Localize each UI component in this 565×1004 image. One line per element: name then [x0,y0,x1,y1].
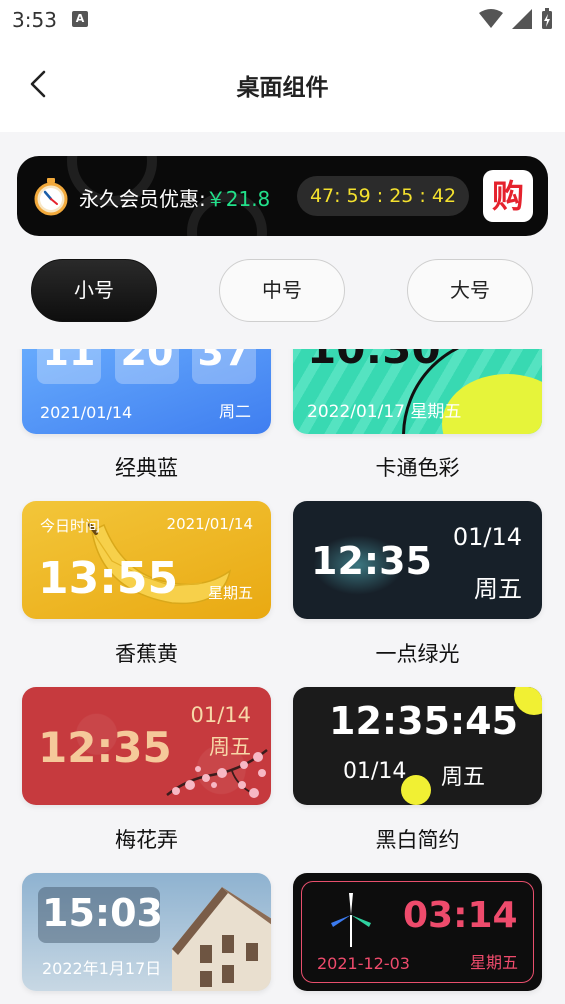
widget-date: 2021/01/14 [166,515,253,533]
windmill-icon [331,893,371,947]
widget-grid: 11 20 37 2021/01/14 周二 经典蓝 10:30 2022/01… [0,349,565,1004]
widget-date: 01/14 [190,703,251,727]
widget-card-black-white[interactable]: 12:35:45 01/14 周五 [293,687,542,805]
stopwatch-icon [34,178,68,216]
widget-time: 03:14 [403,895,518,936]
tab-small[interactable]: 小号 [31,259,157,322]
notification-a-icon: A [72,11,88,27]
countdown-timer: 47: 59 : 25 : 42 [297,176,469,216]
widget-card-plum[interactable]: 01/14 12:35 周五 [22,687,271,805]
widget-label: 黑白简约 [375,828,460,852]
tab-medium[interactable]: 中号 [219,259,345,322]
widget-date: 2022年1月17日 [42,959,162,978]
widget-week: 周五 [209,735,251,759]
widget-card-cartoon[interactable]: 10:30 2022/01/17 星期五 [293,349,542,434]
second-digit: 37 [192,349,256,384]
widget-time: 15:03 [42,891,163,935]
widget-date: 01/14 [343,759,407,784]
widget-week: 周二 [218,402,251,421]
widget-card-classic-blue[interactable]: 11 20 37 2021/01/14 周二 [22,349,271,434]
widget-time: 12:35 [38,723,172,772]
widget-date: 01/14 [452,523,522,551]
signal-icon [511,9,532,29]
widget-caption: 今日时间 [40,517,101,535]
tab-large[interactable]: 大号 [407,259,533,322]
widget-card-windmill[interactable]: 03:14 2021-12-03 星期五 [293,873,542,991]
widget-time: 13:55 [38,553,179,604]
widget-week: 星期五 [469,953,518,972]
widget-label: 经典蓝 [115,456,178,480]
buy-button[interactable]: 购 [483,170,533,222]
promo-label: 永久会员优惠: [79,187,206,211]
hour-digit: 11 [37,349,101,384]
widget-card-house[interactable]: 15:03 2022年1月17日 [22,873,271,991]
widget-week: 星期五 [207,584,253,602]
widget-card-banana[interactable]: 今日时间 2021/01/14 13:55 星期五 [22,501,271,619]
status-bar: 3:53 A [0,0,565,40]
decor-circle [514,687,542,715]
widget-date: 2021-12-03 [317,954,410,973]
widget-week: 周五 [441,765,486,790]
widget-label: 梅花弄 [115,828,178,852]
widget-time: 10:30 [307,349,441,373]
house-illustration [172,887,271,991]
widget-card-green-glow[interactable]: 12:35 01/14 周五 [293,501,542,619]
wifi-icon [478,9,503,28]
vip-promo-banner[interactable]: 永久会员优惠:￥21.8 47: 59 : 25 : 42 购 [17,156,548,236]
promo-price: ￥21.8 [205,187,271,211]
app-bar: 桌面组件 [0,40,565,132]
widget-week: 周五 [474,575,522,603]
widget-label: 卡通色彩 [375,456,460,480]
widget-label: 香蕉黄 [115,642,178,666]
widget-time: 12:35:45 [329,699,519,743]
widget-label: 一点绿光 [375,642,460,666]
battery-icon [542,8,552,29]
minute-digit: 20 [115,349,179,384]
widget-date: 2022/01/17 星期五 [307,402,462,422]
status-icons [475,8,553,30]
page-title: 桌面组件 [236,75,329,101]
widget-time: 12:35 [311,539,432,583]
promo-text: 永久会员优惠:￥21.8 [79,183,270,212]
widget-date: 2021/01/14 [40,403,133,422]
status-time: 3:53 [12,8,57,32]
